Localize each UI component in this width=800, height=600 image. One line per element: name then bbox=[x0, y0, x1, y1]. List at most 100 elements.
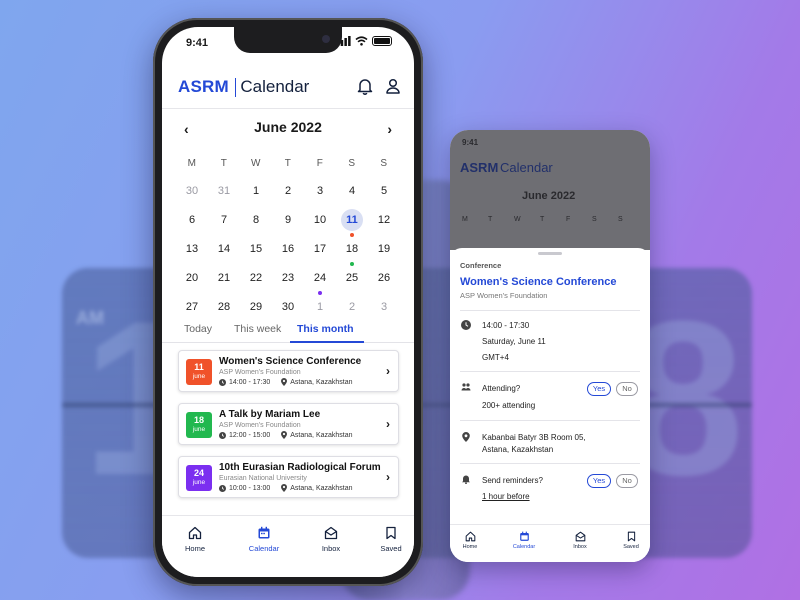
nav-home-label: Home bbox=[184, 544, 205, 553]
reminders-no-button[interactable]: No bbox=[616, 474, 638, 488]
calendar-day[interactable]: 13 bbox=[176, 238, 208, 267]
tab-this-month[interactable]: This month bbox=[297, 323, 354, 335]
calendar-day[interactable]: 10 bbox=[304, 209, 336, 238]
nav-saved-label: Saved bbox=[380, 544, 402, 553]
nav-inbox[interactable]: Inbox bbox=[560, 531, 600, 550]
attending-no-button[interactable]: No bbox=[616, 382, 638, 396]
divider bbox=[460, 310, 640, 311]
chevron-right-icon[interactable]: › bbox=[387, 121, 392, 137]
status-icons bbox=[337, 36, 392, 46]
attending-yes-button[interactable]: Yes bbox=[587, 382, 611, 396]
event-location: Astana, Kazakhstan bbox=[290, 431, 353, 439]
calendar-day[interactable]: 29 bbox=[240, 296, 272, 325]
camera-icon bbox=[322, 35, 330, 43]
calendar-day[interactable]: 18 bbox=[336, 238, 368, 267]
bottom-nav: Home Calendar Inbox Saved bbox=[450, 524, 650, 562]
calendar-day[interactable]: 15 bbox=[240, 238, 272, 267]
calendar-day[interactable]: 1 bbox=[240, 180, 272, 209]
nav-home[interactable]: Home bbox=[170, 526, 220, 553]
main-phone: 9:41 ASRM Calendar ‹ June 2022 › M T W T… bbox=[153, 18, 423, 586]
nav-saved-label: Saved bbox=[623, 544, 639, 550]
weekday-label: T bbox=[220, 158, 228, 169]
calendar-day[interactable]: 22 bbox=[240, 267, 272, 296]
badge-month: june bbox=[192, 479, 206, 486]
sheet-drag-handle[interactable] bbox=[538, 252, 562, 255]
event-title: A Talk by Mariam Lee bbox=[219, 409, 321, 420]
calendar-day[interactable]: 9 bbox=[272, 209, 304, 238]
calendar-day[interactable]: 6 bbox=[176, 209, 208, 238]
event-organizer: ASP Women's Foundation bbox=[219, 422, 301, 429]
calendar-day[interactable]: 30 bbox=[176, 180, 208, 209]
people-icon bbox=[461, 383, 471, 391]
notch bbox=[234, 27, 342, 53]
tab-this-week[interactable]: This week bbox=[234, 323, 281, 335]
calendar-day[interactable]: 2 bbox=[336, 296, 368, 325]
clock-icon bbox=[461, 320, 471, 330]
calendar-icon bbox=[258, 526, 270, 539]
divider bbox=[460, 371, 640, 372]
calendar-day[interactable]: 26 bbox=[368, 267, 400, 296]
calendar-day[interactable]: 7 bbox=[208, 209, 240, 238]
event-dot bbox=[350, 233, 354, 237]
divider bbox=[460, 420, 640, 421]
app-logo[interactable]: ASRM Calendar bbox=[178, 77, 309, 97]
calendar-day[interactable]: 8 bbox=[240, 209, 272, 238]
attending-count: 200+ attending bbox=[482, 401, 536, 410]
calendar-day[interactable]: 12 bbox=[368, 209, 400, 238]
calendar-day[interactable]: 16 bbox=[272, 238, 304, 267]
event-address-line1: Kabanbai Batyr 3B Room 05, bbox=[482, 433, 586, 442]
calendar-day[interactable]: 4 bbox=[336, 180, 368, 209]
nav-calendar[interactable]: Calendar bbox=[239, 526, 289, 553]
event-meta: 14:00 - 17:30 Astana, Kazakhstan bbox=[219, 378, 353, 386]
badge-month: june bbox=[192, 426, 206, 433]
reminder-timing-link[interactable]: 1 hour before bbox=[482, 492, 530, 501]
nav-calendar[interactable]: Calendar bbox=[504, 531, 544, 550]
calendar-day[interactable]: 20 bbox=[176, 267, 208, 296]
nav-inbox[interactable]: Inbox bbox=[306, 526, 356, 553]
calendar-day[interactable]: 17 bbox=[304, 238, 336, 267]
calendar-day[interactable]: 25 bbox=[336, 267, 368, 296]
calendar-day[interactable]: 14 bbox=[208, 238, 240, 267]
calendar-day[interactable]: 23 bbox=[272, 267, 304, 296]
calendar-day[interactable]: 28 bbox=[208, 296, 240, 325]
calendar-day[interactable]: 31 bbox=[208, 180, 240, 209]
nav-inbox-label: Inbox bbox=[321, 544, 341, 553]
active-tab-indicator bbox=[290, 341, 364, 343]
chevron-right-icon: › bbox=[386, 470, 390, 484]
logo-brand: ASRM bbox=[460, 160, 499, 175]
filter-tabs: Today This week This month bbox=[162, 323, 414, 343]
calendar-day[interactable]: 3 bbox=[304, 180, 336, 209]
event-card[interactable]: 18 june A Talk by Mariam Lee ASP Women's… bbox=[178, 403, 399, 445]
event-meta: 12:00 - 15:00 Astana, Kazakhstan bbox=[219, 431, 353, 439]
calendar-day[interactable]: 19 bbox=[368, 238, 400, 267]
tab-today[interactable]: Today bbox=[184, 323, 212, 335]
calendar-day[interactable]: 2 bbox=[272, 180, 304, 209]
calendar-day[interactable]: 30 bbox=[272, 296, 304, 325]
app-header: ASRM Calendar bbox=[162, 63, 414, 109]
calendar-day[interactable]: 1 bbox=[304, 296, 336, 325]
home-icon bbox=[188, 526, 202, 540]
event-card[interactable]: 11 june Women's Science Conference ASP W… bbox=[178, 350, 399, 392]
calendar-day-selected[interactable]: 11 bbox=[336, 209, 368, 238]
calendar-day[interactable]: 3 bbox=[368, 296, 400, 325]
nav-saved[interactable]: Saved bbox=[611, 531, 650, 550]
reminders-yes-button[interactable]: Yes bbox=[587, 474, 611, 488]
event-card[interactable]: 24 june 10th Eurasian Radiological Forum… bbox=[178, 456, 399, 498]
event-detail-timezone: GMT+4 bbox=[482, 353, 509, 362]
calendar-day[interactable]: 5 bbox=[368, 180, 400, 209]
location-pin-icon bbox=[281, 484, 288, 492]
chevron-right-icon: › bbox=[386, 417, 390, 431]
weekday-label: T bbox=[284, 158, 292, 169]
calendar-day[interactable]: 27 bbox=[176, 296, 208, 325]
clock-icon bbox=[219, 378, 226, 386]
nav-home[interactable]: Home bbox=[450, 531, 490, 550]
attending-label: Attending? bbox=[482, 384, 521, 393]
calendar-day[interactable]: 24 bbox=[304, 267, 336, 296]
calendar-day[interactable]: 21 bbox=[208, 267, 240, 296]
user-icon[interactable] bbox=[384, 77, 402, 95]
bell-icon[interactable] bbox=[356, 77, 374, 95]
nav-calendar-label: Calendar bbox=[512, 544, 536, 550]
nav-saved[interactable]: Saved bbox=[366, 526, 414, 553]
event-detail-date: Saturday, June 11 bbox=[482, 337, 546, 346]
event-detail-title: Women's Science Conference bbox=[460, 276, 617, 288]
